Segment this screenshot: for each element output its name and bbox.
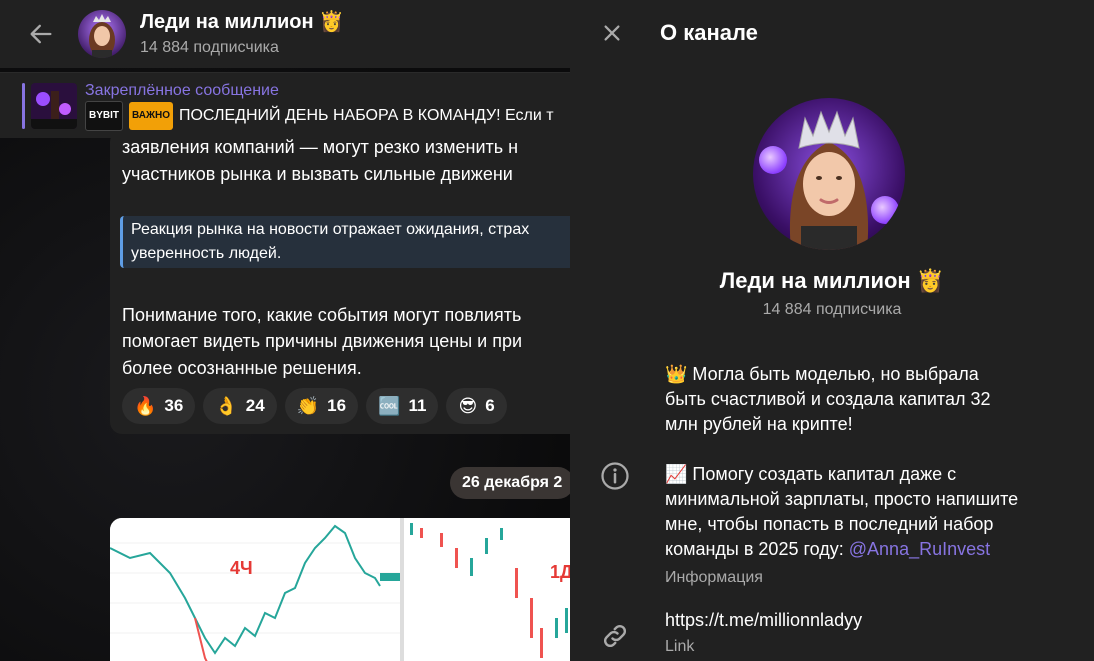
pinned-indicator [22, 82, 25, 129]
description-line: 👑 Могла быть моделью, но выбрала [665, 364, 979, 384]
reactions-row: 🔥 36 👌 24 👏 16 🆒 11 😎 6 [122, 388, 507, 424]
channel-link[interactable]: https://t.me/millionnladyy [665, 608, 1075, 633]
chat-title-block[interactable]: Леди на миллион 👸 14 884 подписчика [140, 10, 344, 58]
sunglasses-emoji-icon: 😎 [458, 395, 478, 416]
description-line: млн рублей на крипте! [665, 414, 853, 434]
pinned-text-block: Закреплённое сообщение BYBIT ВАЖНО ПОСЛЕ… [85, 81, 554, 131]
username-link[interactable]: @Anna_RuInvest [849, 539, 990, 559]
info-icon [601, 462, 629, 490]
avatar-large-image [753, 98, 905, 250]
reaction-count: 36 [164, 396, 184, 415]
panel-title: О канале [660, 20, 758, 45]
reaction-fire[interactable]: 🔥 36 [122, 388, 196, 424]
channel-info-panel: О канале Леди на миллион 👸 14 884 подпис… [570, 0, 1094, 661]
description-line: быть счастливой и создала капитал 32 [665, 389, 991, 409]
message-text-line: Понимание того, какие события могут повл… [122, 305, 522, 325]
reaction-clap[interactable]: 👏 16 [284, 388, 359, 424]
reaction-count: 11 [408, 396, 427, 415]
reaction-cool[interactable]: 🆒 11 [366, 388, 439, 424]
reaction-ok[interactable]: 👌 24 [203, 388, 277, 424]
date-separator: 26 декабря 2 [450, 467, 570, 499]
chat-header: Леди на миллион 👸 14 884 подписчика [0, 0, 570, 68]
reaction-count: 16 [327, 396, 347, 415]
description-text: команды в 2025 году: [665, 539, 849, 559]
fire-emoji-icon: 🔥 [134, 395, 157, 416]
price-chart-graphic: 4Ч 1Д [110, 518, 570, 661]
chart-image[interactable]: 4Ч 1Д [110, 518, 570, 661]
pinned-text: ПОСЛЕДНИЙ ДЕНЬ НАБОРА В КОМАНДУ! Если т [178, 106, 554, 124]
channel-avatar-large[interactable] [753, 98, 905, 250]
profile-name: Леди на миллион 👸 [719, 268, 945, 293]
link-caption: Link [665, 638, 695, 655]
message-text-line: более осознанные решения. [122, 358, 362, 378]
pinned-body: BYBIT ВАЖНО ПОСЛЕДНИЙ ДЕНЬ НАБОРА В КОМА… [85, 100, 554, 131]
chart-label-1d: 1Д [550, 562, 570, 582]
quote-text-line: уверенность людей. [131, 245, 282, 262]
reaction-count: 24 [245, 396, 265, 415]
message-quote: Реакция рынка на новости отражает ожидан… [120, 216, 570, 268]
reaction-sunglasses[interactable]: 😎 6 [446, 388, 507, 424]
avatar-image [78, 10, 126, 58]
panel-header: О канале [570, 0, 1094, 66]
message-text-line: участников рынка и вызвать сильные движе… [122, 164, 513, 184]
channel-title: Леди на миллион 👸 [140, 11, 345, 33]
chat-area: заявления компаний — могут резко изменит… [0, 0, 570, 661]
cool-emoji-icon: 🆒 [378, 395, 401, 416]
description-paragraph-2: 📈 Помогу создать капитал даже с минималь… [665, 462, 1075, 562]
description-line: 📈 Помогу создать капитал даже с [665, 464, 957, 484]
pinned-label: Закреплённое сообщение [85, 81, 279, 99]
channel-avatar[interactable] [78, 10, 126, 58]
back-arrow-icon [30, 24, 52, 44]
close-button[interactable] [592, 13, 632, 53]
pinned-thumbnail-image [31, 82, 77, 129]
pinned-message-bar[interactable]: Закреплённое сообщение BYBIT ВАЖНО ПОСЛЕ… [0, 72, 570, 138]
message-bubble[interactable]: заявления компаний — могут резко изменит… [110, 130, 570, 434]
close-icon [604, 25, 620, 41]
reaction-count: 6 [485, 396, 495, 415]
important-badge: ВАЖНО [129, 101, 173, 130]
profile-subscribers: 14 884 подписчика [762, 301, 902, 318]
description-line: команды в 2025 году: @Anna_RuInvest [665, 537, 1075, 562]
link-icon [603, 624, 627, 648]
bybit-badge: BYBIT [85, 100, 123, 131]
ok-hand-emoji-icon: 👌 [215, 395, 238, 416]
description-line: минимальной зарплаты, просто напишите [665, 489, 1019, 509]
quote-text-line: Реакция рынка на новости отражает ожидан… [131, 221, 530, 238]
info-caption: Информация [665, 569, 763, 586]
description-paragraph-1: 👑 Могла быть моделью, но выбрала быть сч… [665, 362, 1075, 437]
clap-emoji-icon: 👏 [296, 395, 320, 416]
channel-subscribers: 14 884 подписчика [140, 39, 279, 56]
pinned-thumbnail [31, 82, 77, 129]
chart-label-4h: 4Ч [230, 558, 253, 578]
back-button[interactable] [14, 7, 68, 61]
message-text-line: помогает видеть причины движения цены и … [122, 331, 523, 351]
description-line: мне, чтобы попасть в последний набор [665, 514, 994, 534]
